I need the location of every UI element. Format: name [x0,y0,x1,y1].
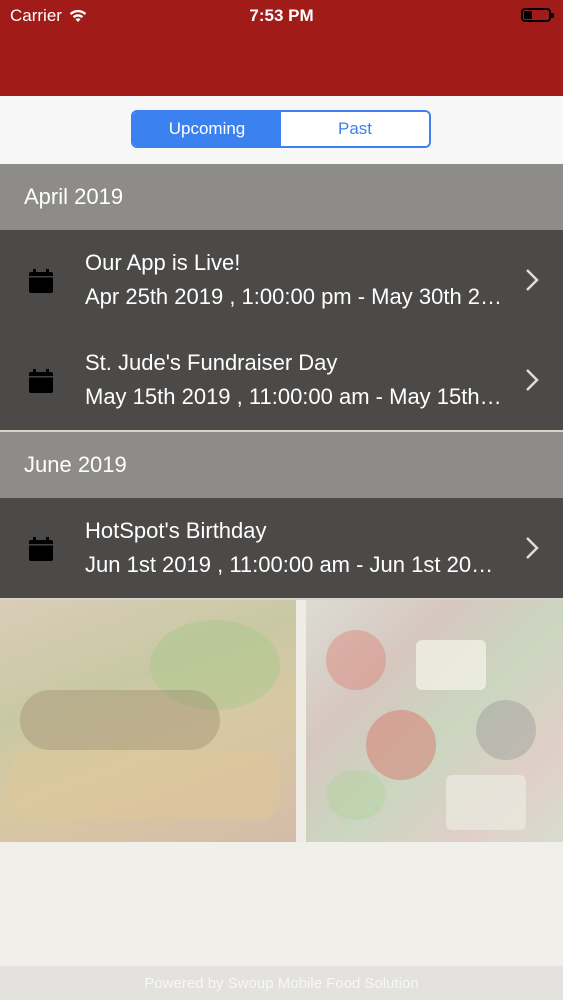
calendar-icon [29,369,53,393]
segmented-control: Upcoming Past [131,110,431,148]
tab-past[interactable]: Past [281,112,429,146]
event-title: St. Jude's Fundraiser Day [85,350,338,375]
section-header-april: April 2019 [0,164,563,230]
event-date: Apr 25th 2019 , 1:00:00 pm - May 30th 20… [85,284,505,309]
calendar-icon [29,537,53,561]
event-title: Our App is Live! [85,250,241,275]
event-date: May 15th 2019 , 11:00:00 am - May 15th 2… [85,384,505,409]
segment-bar: Upcoming Past [0,96,563,164]
salad-image [306,600,563,842]
sandwich-image [0,600,296,842]
event-title: HotSpot's Birthday [85,518,267,543]
chevron-right-icon [526,269,539,291]
footer-powered-by: Powered by Swoup Mobile Food Solution [0,966,563,1000]
chevron-right-icon [526,537,539,559]
event-row[interactable]: St. Jude's Fundraiser Day May 15th 2019 … [0,330,563,430]
battery-icon [521,8,554,22]
chevron-right-icon [526,369,539,391]
calendar-icon [29,269,53,293]
bottom-blank [0,842,563,966]
event-date: Jun 1st 2019 , 11:00:00 am - Jun 1st 201… [85,552,505,577]
event-row[interactable]: Our App is Live! Apr 25th 2019 , 1:00:00… [0,230,563,330]
app-header: Carrier 7:53 PM [0,0,563,96]
section-header-june: June 2019 [0,432,563,498]
events-list: April 2019 Our App is Live! Apr 25th 201… [0,164,563,600]
event-row[interactable]: HotSpot's Birthday Jun 1st 2019 , 11:00:… [0,498,563,598]
tab-upcoming[interactable]: Upcoming [133,112,281,146]
status-time: 7:53 PM [249,6,314,25]
